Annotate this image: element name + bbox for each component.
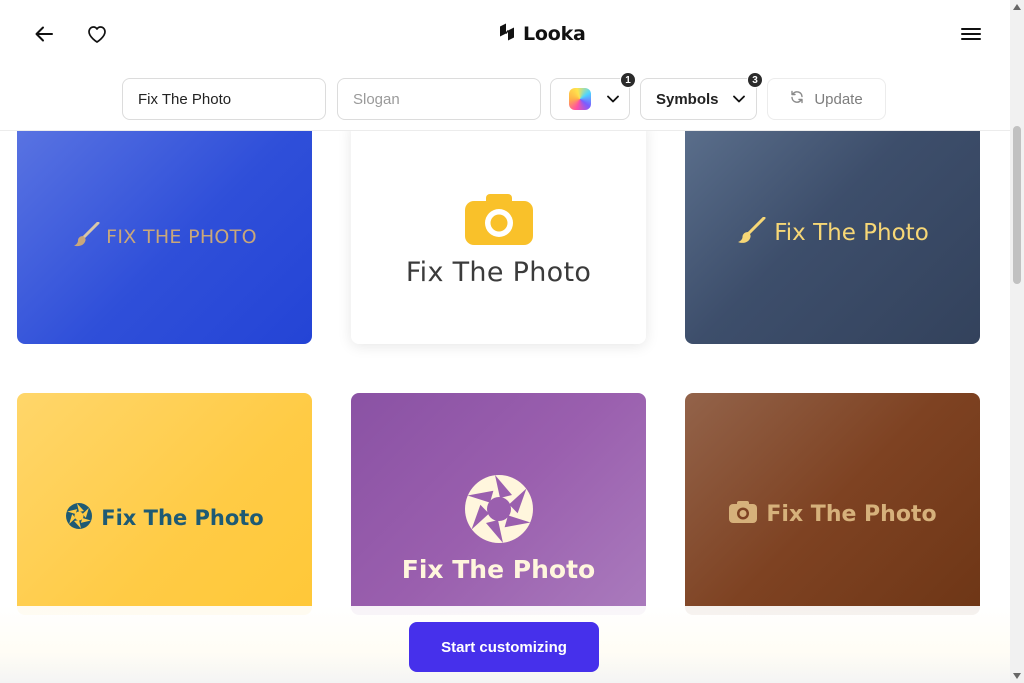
symbols-dropdown[interactable]: Symbols 3: [640, 72, 763, 120]
symbols-count-badge: 3: [747, 72, 763, 88]
top-navbar: Looka: [0, 0, 1010, 68]
logo-card[interactable]: Fix The Photo: [351, 131, 646, 344]
company-name-input[interactable]: [138, 90, 310, 108]
colors-count-badge: 1: [620, 72, 636, 88]
update-button[interactable]: Update: [767, 78, 886, 120]
heart-icon[interactable]: [83, 20, 111, 48]
slogan-field[interactable]: [337, 78, 541, 120]
logo-grid: FIX THE PHOTO Fix The Photo Fix The Phot…: [0, 131, 1010, 683]
refresh-icon: [790, 90, 804, 108]
chevron-down-icon: [607, 90, 619, 108]
update-label: Update: [814, 90, 863, 108]
logo-text: Fix The Photo: [766, 501, 937, 527]
slogan-input[interactable]: [353, 90, 525, 108]
aperture-icon: [464, 474, 534, 549]
company-name-field[interactable]: [122, 78, 326, 120]
logo-text: Fix The Photo: [405, 257, 592, 288]
back-arrow-icon[interactable]: [30, 20, 58, 48]
symbols-label: Symbols: [656, 90, 719, 108]
start-customizing-button[interactable]: Start customizing: [409, 622, 599, 672]
scrollbar-thumb[interactable]: [1013, 126, 1021, 284]
looka-logo-icon: [497, 22, 517, 47]
color-dropdown[interactable]: 1: [550, 72, 636, 120]
hamburger-menu-icon[interactable]: [957, 20, 985, 48]
brand-name: Looka: [523, 23, 586, 45]
camera-icon: [464, 192, 534, 251]
logo-card[interactable]: Fix The Photo: [351, 393, 646, 615]
logo-text: Fix The Photo: [774, 220, 929, 246]
chevron-down-icon: [732, 90, 745, 108]
logo-card[interactable]: Fix The Photo: [685, 131, 980, 344]
aperture-icon: [65, 502, 93, 535]
scroll-up-arrow-icon[interactable]: [1012, 2, 1022, 12]
logo-card[interactable]: Fix The Photo: [685, 393, 980, 615]
logo-text: FIX THE PHOTO: [106, 226, 257, 248]
logo-text: Fix The Photo: [101, 506, 264, 530]
paintbrush-icon: [736, 216, 766, 250]
logo-text: Fix The Photo: [401, 555, 596, 584]
logo-card[interactable]: Fix The Photo: [17, 393, 312, 615]
scroll-down-arrow-icon[interactable]: [1012, 671, 1022, 681]
camera-icon: [728, 500, 758, 529]
logo-results-page: Looka 1 Symbols 3: [0, 0, 1024, 683]
logo-card[interactable]: FIX THE PHOTO: [17, 131, 312, 344]
paintbrush-icon: [72, 221, 100, 253]
brand-logo[interactable]: Looka: [497, 20, 586, 48]
color-swatch-icon: [569, 88, 591, 110]
vertical-scrollbar[interactable]: [1010, 0, 1024, 683]
logo-options-toolbar: 1 Symbols 3 Update: [0, 68, 1010, 131]
